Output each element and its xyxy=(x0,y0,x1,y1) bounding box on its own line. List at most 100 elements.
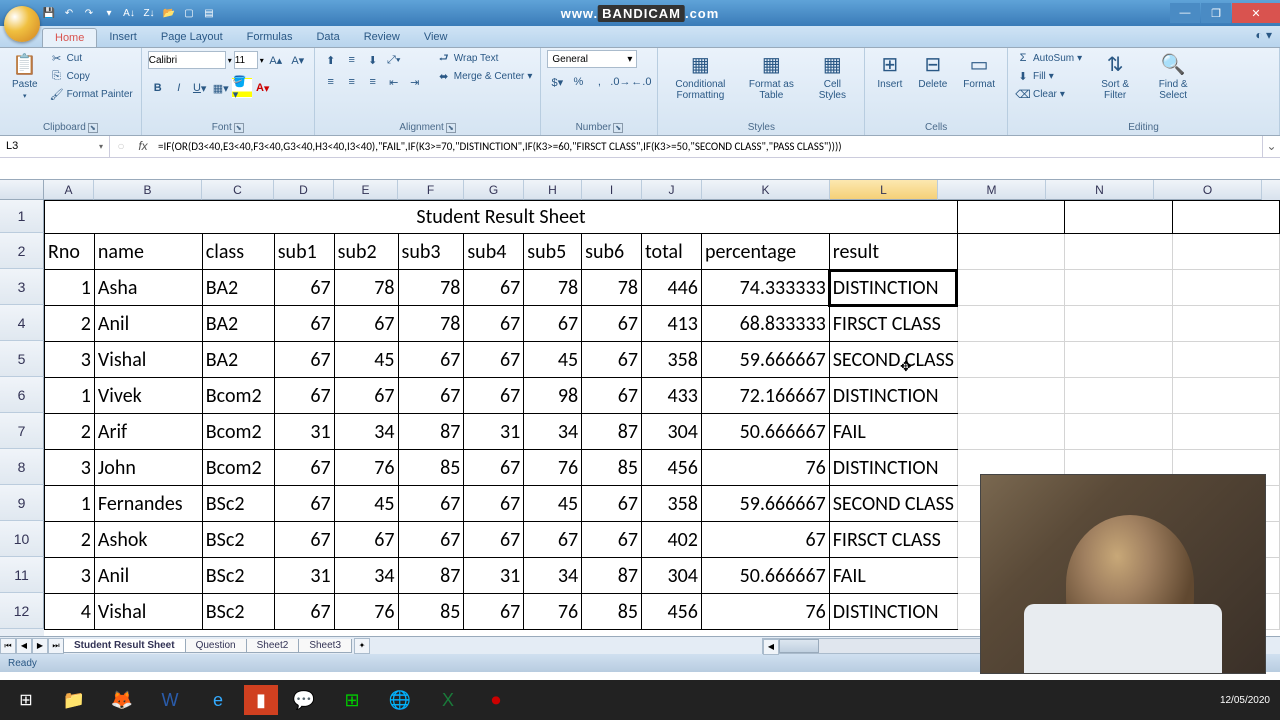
cell[interactable]: 2 xyxy=(45,306,95,342)
cell[interactable]: 413 xyxy=(642,306,702,342)
new-sheet-icon[interactable]: ✦ xyxy=(354,638,370,654)
cell[interactable]: 67 xyxy=(274,378,334,414)
cell[interactable]: 456 xyxy=(642,450,702,486)
comma-icon[interactable]: , xyxy=(589,72,609,92)
redo-icon[interactable]: ↷ xyxy=(80,4,98,22)
cell[interactable]: Asha xyxy=(94,270,202,306)
sheet-tab[interactable]: Question xyxy=(185,639,247,653)
col-header-K[interactable]: K xyxy=(702,180,830,200)
format-as-table-button[interactable]: ▦Format as Table xyxy=(740,50,802,103)
chrome-icon[interactable]: 🌐 xyxy=(378,683,422,717)
col-header-F[interactable]: F xyxy=(398,180,464,200)
font-color-button[interactable]: A▾ xyxy=(253,78,273,98)
sheet-tab[interactable]: Sheet3 xyxy=(298,639,352,653)
cell[interactable]: Bcom2 xyxy=(202,378,274,414)
cell[interactable]: 67 xyxy=(274,342,334,378)
header-total[interactable]: total xyxy=(642,234,702,270)
row-header-5[interactable]: 5 xyxy=(0,341,44,377)
select-all-corner[interactable] xyxy=(0,180,44,200)
qat-icon[interactable]: ▾ xyxy=(100,4,118,22)
cell[interactable]: 67 xyxy=(524,522,582,558)
cell[interactable]: 67 xyxy=(274,306,334,342)
col-header-O[interactable]: O xyxy=(1154,180,1262,200)
whatsapp-icon[interactable]: 💬 xyxy=(282,683,326,717)
number-dialog-icon[interactable]: ⬊ xyxy=(613,123,623,133)
name-box[interactable]: L3▾ xyxy=(0,136,110,157)
record-icon[interactable]: ⏺ xyxy=(474,683,518,717)
save-icon[interactable]: 💾 xyxy=(40,4,58,22)
cell[interactable]: Vishal xyxy=(94,594,202,630)
cell[interactable]: 67 xyxy=(582,306,642,342)
wrap-text-button[interactable]: ⮐Wrap Text xyxy=(435,50,535,66)
cell[interactable]: 76 xyxy=(701,594,829,630)
header-result[interactable]: result xyxy=(829,234,957,270)
row-header-4[interactable]: 4 xyxy=(0,305,44,341)
start-button[interactable]: ⊞ xyxy=(4,683,48,717)
cell[interactable]: Anil xyxy=(94,306,202,342)
help-icon[interactable]: ◐ ▾ xyxy=(1255,28,1272,42)
preview-icon[interactable]: ▤ xyxy=(200,4,218,22)
border-button[interactable]: ▦▾ xyxy=(211,78,231,98)
cell[interactable]: 34 xyxy=(334,558,398,594)
clock[interactable]: 12/05/2020 xyxy=(1220,695,1270,706)
cell[interactable]: 4 xyxy=(45,594,95,630)
cell-styles-button[interactable]: ▦Cell Styles xyxy=(806,50,858,103)
alignment-dialog-icon[interactable]: ⬊ xyxy=(446,123,456,133)
col-header-C[interactable]: C xyxy=(202,180,274,200)
header-name[interactable]: name xyxy=(94,234,202,270)
first-sheet-icon[interactable]: ⏮ xyxy=(0,638,16,654)
row-header-3[interactable]: 3 xyxy=(0,269,44,305)
cell[interactable]: 76 xyxy=(524,594,582,630)
cell[interactable]: 67 xyxy=(398,342,464,378)
new-icon[interactable]: ▢ xyxy=(180,4,198,22)
indent-dec-icon[interactable]: ⇤ xyxy=(384,72,404,92)
tab-review[interactable]: Review xyxy=(352,28,412,47)
row-header-10[interactable]: 10 xyxy=(0,521,44,557)
cell[interactable]: DISTINCTION xyxy=(829,594,957,630)
close-button[interactable]: ✕ xyxy=(1232,3,1280,23)
cell[interactable]: 1 xyxy=(45,486,95,522)
cell[interactable]: 76 xyxy=(524,450,582,486)
cell[interactable]: 67 xyxy=(334,378,398,414)
tab-home[interactable]: Home xyxy=(42,28,97,47)
next-sheet-icon[interactable]: ▶ xyxy=(32,638,48,654)
cell[interactable]: 59.666667 xyxy=(701,342,829,378)
bold-button[interactable]: B xyxy=(148,78,168,98)
grow-font-icon[interactable]: A▴ xyxy=(266,50,286,70)
cell[interactable]: 34 xyxy=(524,558,582,594)
cell[interactable]: 31 xyxy=(464,558,524,594)
cell[interactable]: 1 xyxy=(45,378,95,414)
row-header-11[interactable]: 11 xyxy=(0,557,44,593)
cell[interactable]: SECOND CLASS xyxy=(829,342,957,378)
number-format-select[interactable]: General▾ xyxy=(547,50,637,68)
formula-input[interactable] xyxy=(154,140,1262,153)
header-Rno[interactable]: Rno xyxy=(45,234,95,270)
office-button[interactable] xyxy=(4,6,40,42)
cell[interactable]: 304 xyxy=(642,558,702,594)
conditional-formatting-button[interactable]: ▦Conditional Formatting xyxy=(664,50,736,103)
row-header-1[interactable]: 1 xyxy=(0,200,44,233)
sort-filter-button[interactable]: ⇅Sort & Filter xyxy=(1088,50,1142,103)
cell[interactable]: 67 xyxy=(582,378,642,414)
excel-icon[interactable]: X xyxy=(426,683,470,717)
align-bottom-icon[interactable]: ⬇ xyxy=(363,50,383,70)
header-sub2[interactable]: sub2 xyxy=(334,234,398,270)
cell[interactable]: 74.333333 xyxy=(701,270,829,306)
cell[interactable]: 78 xyxy=(398,306,464,342)
cell[interactable]: DISTINCTION xyxy=(829,450,957,486)
cell[interactable]: 34 xyxy=(334,414,398,450)
inc-decimal-icon[interactable]: .0→ xyxy=(610,72,630,92)
header-sub6[interactable]: sub6 xyxy=(582,234,642,270)
cell[interactable]: 76 xyxy=(701,450,829,486)
word-icon[interactable]: W xyxy=(148,683,192,717)
cell[interactable]: 50.666667 xyxy=(701,558,829,594)
undo-icon[interactable]: ↶ xyxy=(60,4,78,22)
cell[interactable]: 67 xyxy=(701,522,829,558)
cell[interactable]: Bcom2 xyxy=(202,450,274,486)
cell[interactable]: BSc2 xyxy=(202,522,274,558)
cell[interactable]: 67 xyxy=(464,378,524,414)
fx-icon[interactable]: fx xyxy=(132,139,154,153)
last-sheet-icon[interactable]: ⏭ xyxy=(48,638,64,654)
col-header-E[interactable]: E xyxy=(334,180,398,200)
cell[interactable]: 2 xyxy=(45,414,95,450)
